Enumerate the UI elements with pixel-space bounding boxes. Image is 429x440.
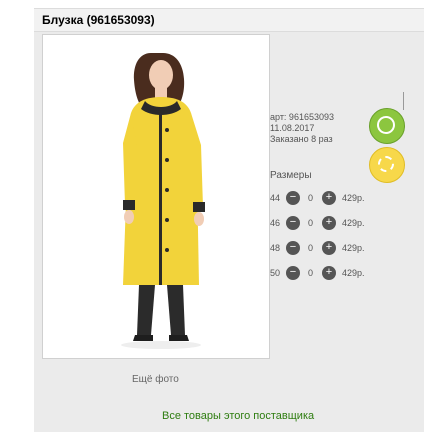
size-price: 429р. [342,243,365,253]
size-label: 50 [270,268,281,278]
title-bar: Блузка (961653093) [34,8,424,32]
minus-icon[interactable]: − [286,216,300,230]
size-label: 46 [270,218,281,228]
plus-icon[interactable]: + [322,266,336,280]
sun-badge-icon[interactable] [369,147,405,183]
plus-icon[interactable]: + [322,216,336,230]
divider [403,92,404,110]
product-date: 11.08.2017 [270,123,315,133]
model-photo [43,35,269,358]
size-price: 429р. [342,268,365,278]
product-panel: Ещё фото Все товары этого поставщика [34,32,424,432]
minus-icon[interactable]: − [286,266,300,280]
size-qty: 0 [308,218,314,228]
eco-badge-icon[interactable] [369,108,405,144]
size-price: 429р. [342,193,365,203]
plus-icon[interactable]: + [322,241,336,255]
size-price: 429р. [342,218,365,228]
article-number: арт: 961653093 [270,112,334,122]
size-label: 48 [270,243,281,253]
all-goods-link[interactable]: Все товары этого поставщика [162,410,314,422]
size-qty: 0 [308,268,314,278]
plus-icon[interactable]: + [322,191,336,205]
order-count: Заказано 8 раз [270,134,333,144]
minus-icon[interactable]: − [286,241,300,255]
minus-icon[interactable]: − [286,191,300,205]
product-info: арт: 961653093 11.08.2017 Заказано 8 раз [270,112,334,145]
sizes-heading: Размеры [270,170,312,181]
product-photo[interactable] [42,34,270,359]
more-photo-link[interactable]: Ещё фото [132,374,179,385]
size-qty: 0 [308,193,314,203]
product-title: Блузка (961653093) [42,13,155,27]
size-qty: 0 [308,243,314,253]
size-label: 44 [270,193,281,203]
